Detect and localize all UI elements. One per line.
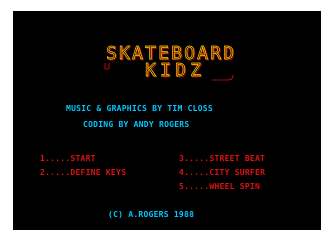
game-screen: SKATEBOARD KIDZ SKATEBOARD KIDZ MUSIC & … <box>13 11 321 230</box>
menu-item-wheel-spin[interactable]: 5.....WHEEL SPIN <box>179 182 260 191</box>
copyright-text: (C) A.ROGERS 1988 <box>108 210 195 219</box>
menu-item-street-beat[interactable]: 3.....STREET BEAT <box>179 154 265 163</box>
credits-coding: CODING BY ANDY ROGERS <box>83 120 190 129</box>
menu-item-define-keys[interactable]: 2.....DEFINE KEYS <box>40 168 126 177</box>
credits-music-graphics: MUSIC & GRAPHICS BY TIM CLOSS <box>66 104 213 113</box>
menu-item-start[interactable]: 1.....START <box>40 154 96 163</box>
menu-item-city-surfer[interactable]: 4.....CITY SURFER <box>179 168 265 177</box>
skateboard-tail-icon <box>212 74 234 81</box>
skateboard-kidz-logo: SKATEBOARD KIDZ SKATEBOARD KIDZ <box>104 43 235 82</box>
